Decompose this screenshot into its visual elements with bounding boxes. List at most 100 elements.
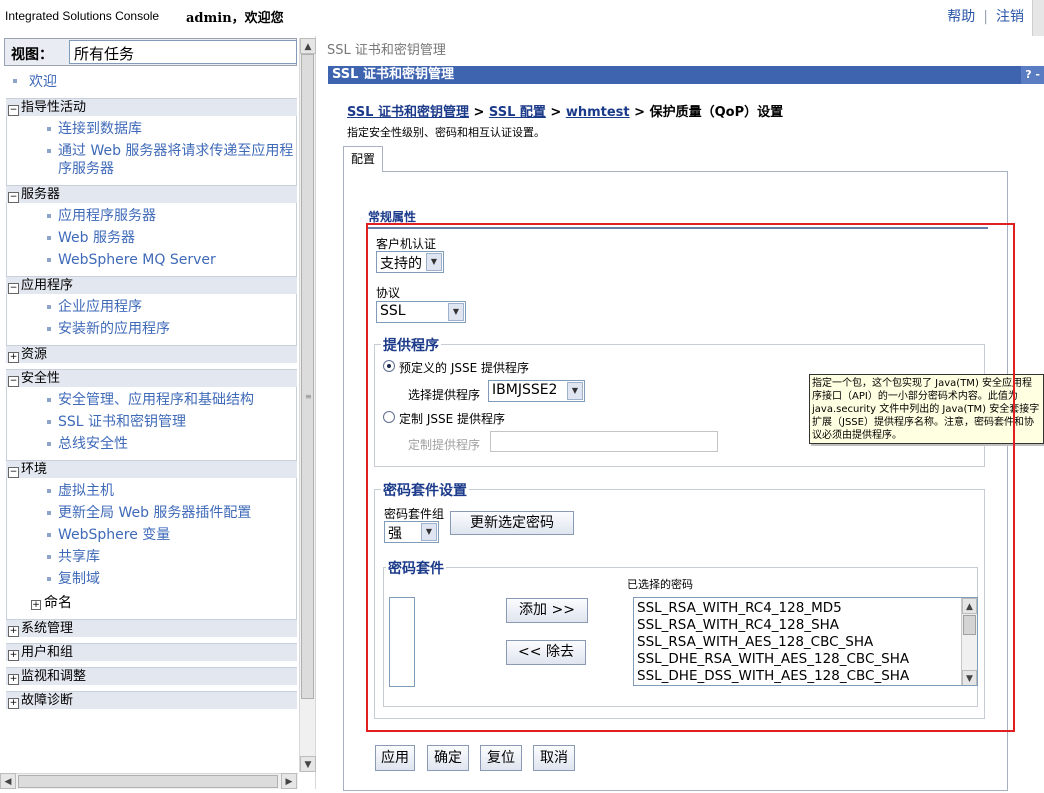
sidebar-item[interactable]: WebSphere MQ Server [7,249,296,271]
sidebar-item[interactable]: 安装新的应用程序 [7,318,296,340]
nav-group-header[interactable]: − 指导性活动 [6,98,297,116]
top-links: 帮助 | 注销 [947,6,1024,26]
sidebar-item[interactable]: 虚拟主机 [7,480,296,502]
bullet-icon [47,236,51,240]
cipher-group-label: 密码套件组 [384,507,445,521]
expand-icon[interactable]: + [8,626,19,637]
nav-group-title: 监视和调整 [21,669,87,684]
tab-configuration[interactable]: 配置 [343,146,383,172]
sidebar-item[interactable]: 应用程序服务器 [7,205,296,227]
bullet-icon [47,577,51,581]
provider-value: IBMJSSE2 [492,382,558,398]
predefined-provider-label: 预定义的 JSSE 提供程序 [399,361,529,375]
breadcrumb-whmtest[interactable]: whmtest [566,105,630,120]
cipher-option[interactable]: SSL_DHE_RSA_WITH_AES_128_CBC_SHA [634,651,977,668]
collapse-icon[interactable]: − [8,376,19,387]
nav-group-header[interactable]: + 监视和调整 [6,667,297,685]
hscroll-thumb[interactable] [18,775,278,788]
sidebar-item[interactable]: 共享库 [7,546,296,568]
expand-icon[interactable]: + [8,650,19,661]
cancel-button[interactable]: 取消 [533,745,575,771]
list-scroll-thumb[interactable] [963,615,976,635]
sidebar-item[interactable]: 企业应用程序 [7,296,296,318]
selected-ciphers-list[interactable]: SSL_RSA_WITH_RC4_128_MD5 SSL_RSA_WITH_RC4… [633,597,978,686]
cipher-suites-legend: 密码套件 [386,558,446,578]
client-auth-value: 支持的 [380,256,422,272]
nav-group-header[interactable]: + 系统管理 [6,619,297,637]
bullet-icon [47,555,51,559]
nav-group-items: 应用程序服务器 Web 服务器 WebSphere MQ Server [6,203,297,276]
sidebar-subgroup[interactable]: + 命名 [7,590,296,614]
ok-button[interactable]: 确定 [427,745,469,771]
protocol-select[interactable]: SSL ▼ [376,301,466,323]
provider-select[interactable]: IBMJSSE2 ▼ [488,380,585,402]
nav-welcome-link[interactable]: 欢迎 [13,71,57,91]
collapse-icon[interactable]: − [8,105,19,116]
sidebar-item[interactable]: 通过 Web 服务器将请求传递至应用程序服务器 [7,140,296,180]
remove-cipher-button[interactable]: << 除去 [506,640,586,665]
expand-icon[interactable]: + [8,674,19,685]
sidebar-item[interactable]: 复制域 [7,568,296,590]
sidebar-item-label: 复制域 [58,571,100,587]
cipher-option[interactable]: SSL_RSA_WITH_RC4_128_MD5 [634,600,977,617]
cipher-group-select[interactable]: 强 ▼ [384,521,439,543]
scroll-down-arrow-icon[interactable]: ▼ [962,670,977,685]
update-ciphers-button[interactable]: 更新选定密码 [450,511,574,535]
nav-group-header[interactable]: + 故障诊断 [6,691,297,709]
panel-help-buttons[interactable]: ? - [1021,66,1044,84]
sidebar-item[interactable]: 连接到数据库 [7,118,296,140]
custom-provider-input[interactable] [490,431,718,452]
reset-button[interactable]: 复位 [480,745,522,771]
scroll-thumb[interactable]: ≡ [301,54,314,699]
custom-provider-radio[interactable] [383,411,395,423]
sidebar-item[interactable]: WebSphere 变量 [7,524,296,546]
available-ciphers-list[interactable] [389,597,415,687]
view-select[interactable]: 所有任务 [69,40,297,64]
client-auth-select[interactable]: 支持的 ▼ [376,251,444,273]
nav-group: + 系统管理 [6,619,297,637]
cipher-option[interactable]: SSL_RSA_WITH_RC4_128_SHA [634,617,977,634]
sidebar-item[interactable]: 安全管理、应用程序和基础结构 [7,389,296,411]
nav-group-header[interactable]: − 安全性 [6,369,297,387]
scroll-down-arrow-icon[interactable]: ▼ [300,756,316,772]
brand-title: Integrated Solutions Console [5,9,160,23]
bullet-icon [47,149,51,153]
top-bar: Integrated Solutions Console admin，欢迎您 帮… [0,0,1044,36]
expand-icon[interactable]: + [31,600,41,610]
breadcrumb-ssl-config[interactable]: SSL 配置 [489,105,546,120]
cipher-option[interactable]: SSL_DHE_DSS_WITH_AES_128_CBC_SHA [634,668,977,685]
collapse-icon[interactable]: − [8,283,19,294]
nav-group-header[interactable]: − 应用程序 [6,276,297,294]
scroll-left-arrow-icon[interactable]: ◀ [0,773,16,789]
help-link[interactable]: 帮助 [947,9,975,25]
nav-group-header[interactable]: − 服务器 [6,185,297,203]
bullet-icon [47,420,51,424]
breadcrumb-ssl-mgmt[interactable]: SSL 证书和密钥管理 [347,105,469,120]
sidebar-horizontal-scrollbar[interactable]: ◀ ▶ [0,773,298,789]
sidebar-item[interactable]: 总线安全性 [7,433,296,455]
expand-icon[interactable]: + [8,352,19,363]
expand-icon[interactable]: + [8,698,19,709]
bullet-icon [47,398,51,402]
predefined-provider-radio[interactable] [383,360,395,372]
sidebar-item[interactable]: SSL 证书和密钥管理 [7,411,296,433]
add-cipher-button[interactable]: 添加 >> [506,598,588,623]
nav-group-header[interactable]: + 用户和组 [6,643,297,661]
nav-group-header[interactable]: − 环境 [6,460,297,478]
collapse-icon[interactable]: − [8,192,19,203]
apply-button[interactable]: 应用 [375,745,415,771]
scroll-up-arrow-icon[interactable]: ▲ [962,598,977,614]
sidebar-item[interactable]: Web 服务器 [7,227,296,249]
logout-link[interactable]: 注销 [996,9,1024,25]
list-scrollbar[interactable]: ▲ ▼ [961,598,977,685]
scroll-grip-icon: ≡ [305,392,312,401]
nav-group-header[interactable]: + 资源 [6,345,297,363]
cipher-option[interactable]: SSL_RSA_WITH_AES_128_CBC_SHA [634,634,977,651]
sidebar-vertical-scrollbar[interactable]: ▲ ≡ ▼ [299,38,316,772]
sidebar-item[interactable]: 更新全局 Web 服务器插件配置 [7,502,296,524]
scroll-up-arrow-icon[interactable]: ▲ [300,38,316,54]
sidebar-item-label: 连接到数据库 [58,121,142,137]
collapse-icon[interactable]: − [8,467,19,478]
scroll-right-arrow-icon[interactable]: ▶ [281,773,297,789]
nav-group-title: 系统管理 [21,621,74,636]
